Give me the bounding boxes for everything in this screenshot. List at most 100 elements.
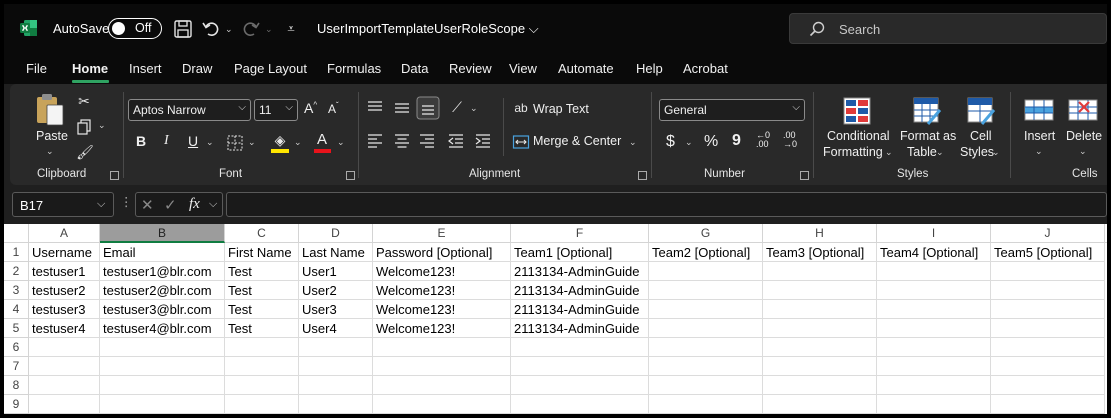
row-header-7[interactable]: 7: [4, 357, 29, 376]
paste-button-label[interactable]: Paste: [36, 129, 68, 143]
row-header-9[interactable]: 9: [4, 395, 29, 414]
cell-j3[interactable]: [991, 281, 1105, 300]
cell-a6[interactable]: [29, 338, 100, 357]
cell-h7[interactable]: [763, 357, 877, 376]
cell-a7[interactable]: [29, 357, 100, 376]
select-all-corner[interactable]: [4, 224, 29, 243]
cell-b9[interactable]: [100, 395, 225, 414]
column-header-e[interactable]: E: [373, 224, 511, 243]
cell-j8[interactable]: [991, 376, 1105, 395]
cell-styles-label-2[interactable]: Styles: [960, 145, 994, 159]
alignment-launcher-icon[interactable]: [638, 171, 647, 180]
column-header-b[interactable]: B: [100, 224, 225, 243]
cell-h6[interactable]: [763, 338, 877, 357]
tab-formulas[interactable]: Formulas: [327, 61, 381, 76]
cell-i5[interactable]: [877, 319, 991, 338]
decrease-font-size-icon[interactable]: Aˇ: [328, 101, 339, 116]
fill-color-dropdown-icon[interactable]: ⌄: [294, 137, 302, 148]
cell-styles-dropdown-icon[interactable]: ⌄: [992, 147, 1000, 158]
tab-home[interactable]: Home: [72, 61, 108, 76]
tab-draw[interactable]: Draw: [182, 61, 212, 76]
paste-icon[interactable]: [33, 92, 69, 128]
cell-f7[interactable]: [511, 357, 649, 376]
cell-d3[interactable]: User2: [299, 281, 373, 300]
cell-a8[interactable]: [29, 376, 100, 395]
number-launcher-icon[interactable]: [800, 171, 809, 180]
cell-c2[interactable]: Test: [225, 262, 299, 281]
cell-f5[interactable]: 2113134-AdminGuide: [511, 319, 649, 338]
column-header-c[interactable]: C: [225, 224, 299, 243]
cell-c5[interactable]: Test: [225, 319, 299, 338]
undo-dropdown-icon[interactable]: ⌄: [225, 24, 233, 35]
decrease-decimal-icon[interactable]: .00 →0: [783, 131, 797, 149]
cell-e3[interactable]: Welcome123!: [373, 281, 511, 300]
cell-h9[interactable]: [763, 395, 877, 414]
currency-button[interactable]: $: [666, 133, 675, 151]
cell-c8[interactable]: [225, 376, 299, 395]
cell-d5[interactable]: User4: [299, 319, 373, 338]
format-painter-icon[interactable]: 🖌: [76, 143, 94, 161]
cell-d1[interactable]: Last Name: [299, 243, 373, 262]
delete-dropdown-icon[interactable]: ⌄: [1079, 146, 1087, 157]
enter-icon[interactable]: ✓: [164, 196, 177, 214]
tab-acrobat[interactable]: Acrobat: [683, 61, 728, 76]
font-color-icon[interactable]: A: [317, 131, 327, 148]
save-icon[interactable]: [172, 18, 194, 40]
cell-d2[interactable]: User1: [299, 262, 373, 281]
cell-h5[interactable]: [763, 319, 877, 338]
insert-dropdown-icon[interactable]: ⌄: [1035, 146, 1043, 157]
italic-button[interactable]: I: [164, 133, 169, 149]
format-as-table-icon[interactable]: [912, 96, 942, 126]
autosave-toggle[interactable]: Off: [108, 18, 162, 39]
document-title[interactable]: UserImportTemplateUserRoleScope ⌵: [317, 21, 539, 37]
cell-e1[interactable]: Password [Optional]: [373, 243, 511, 262]
more-options-icon[interactable]: ⋮: [120, 194, 133, 209]
format-as-table-label-1[interactable]: Format as: [900, 129, 956, 143]
row-header-4[interactable]: 4: [4, 300, 29, 319]
format-as-table-dropdown-icon[interactable]: ⌄: [936, 147, 944, 158]
align-left-icon[interactable]: [366, 132, 384, 150]
borders-dropdown-icon[interactable]: ⌄: [248, 137, 256, 148]
cell-d7[interactable]: [299, 357, 373, 376]
cell-d8[interactable]: [299, 376, 373, 395]
cell-f8[interactable]: [511, 376, 649, 395]
cell-b6[interactable]: [100, 338, 225, 357]
cell-c3[interactable]: Test: [225, 281, 299, 300]
formula-input[interactable]: [226, 192, 1107, 217]
orientation-icon[interactable]: ⟋: [448, 98, 466, 116]
cell-i1[interactable]: Team4 [Optional]: [877, 243, 991, 262]
cell-c4[interactable]: Test: [225, 300, 299, 319]
delete-cells-icon[interactable]: [1067, 96, 1099, 124]
tab-insert[interactable]: Insert: [129, 61, 162, 76]
cell-h1[interactable]: Team3 [Optional]: [763, 243, 877, 262]
insert-button-label[interactable]: Insert: [1024, 129, 1055, 143]
bottom-align-icon[interactable]: [416, 96, 440, 120]
row-header-1[interactable]: 1: [4, 243, 29, 262]
cell-i4[interactable]: [877, 300, 991, 319]
copy-icon[interactable]: [76, 118, 94, 136]
cell-j6[interactable]: [991, 338, 1105, 357]
cell-f9[interactable]: [511, 395, 649, 414]
percent-button[interactable]: %: [704, 133, 718, 151]
cell-h2[interactable]: [763, 262, 877, 281]
redo-icon[interactable]: [240, 18, 262, 40]
underline-button[interactable]: U: [188, 133, 198, 149]
conditional-formatting-label-2[interactable]: Formatting: [823, 145, 883, 159]
row-header-5[interactable]: 5: [4, 319, 29, 338]
conditional-formatting-dropdown-icon[interactable]: ⌄: [885, 147, 893, 158]
cell-d9[interactable]: [299, 395, 373, 414]
copy-dropdown-icon[interactable]: ⌄: [98, 120, 106, 131]
cell-g7[interactable]: [649, 357, 763, 376]
cut-icon[interactable]: ✂: [75, 92, 93, 110]
cell-f6[interactable]: [511, 338, 649, 357]
cell-i2[interactable]: [877, 262, 991, 281]
cell-f3[interactable]: 2113134-AdminGuide: [511, 281, 649, 300]
column-header-h[interactable]: H: [763, 224, 877, 243]
increase-font-size-icon[interactable]: A^: [304, 100, 317, 116]
cell-b8[interactable]: [100, 376, 225, 395]
cell-j4[interactable]: [991, 300, 1105, 319]
column-header-j[interactable]: J: [991, 224, 1105, 243]
tab-help[interactable]: Help: [636, 61, 663, 76]
cell-b7[interactable]: [100, 357, 225, 376]
cell-f4[interactable]: 2113134-AdminGuide: [511, 300, 649, 319]
